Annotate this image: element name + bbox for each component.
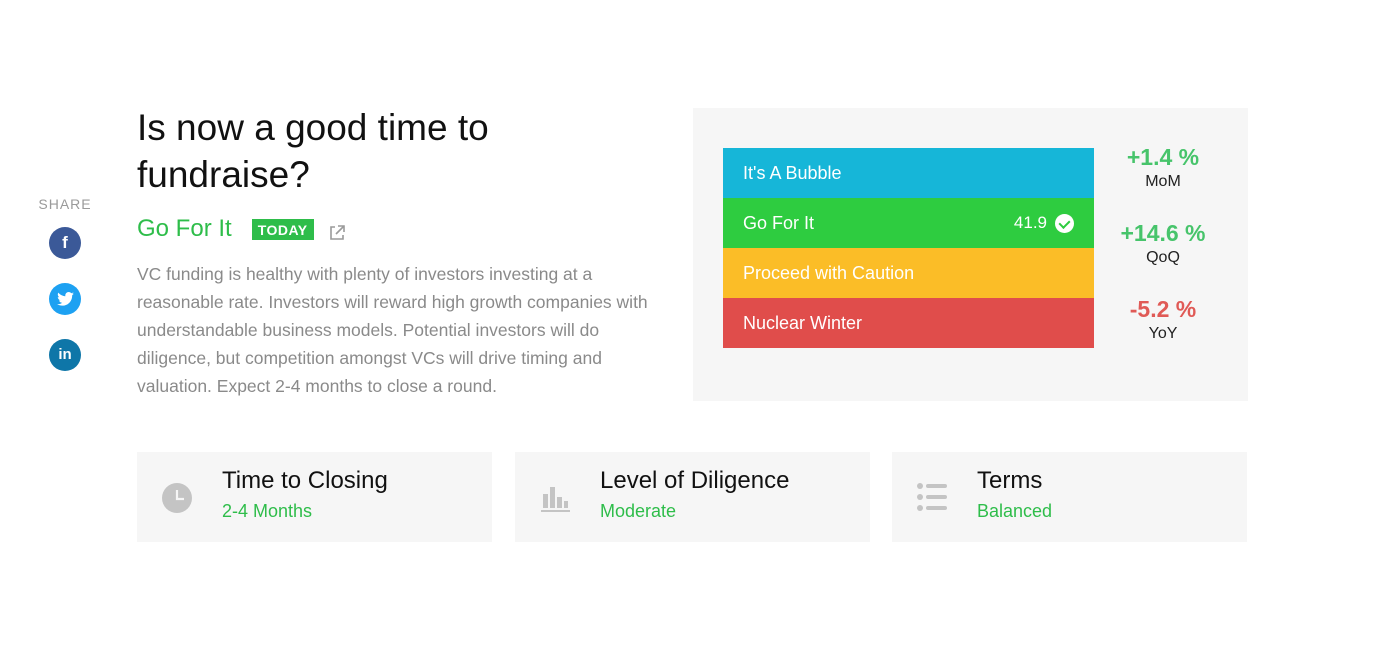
change-label: QoQ bbox=[1146, 249, 1180, 266]
card-value: 2-4 Months bbox=[222, 501, 313, 521]
scale-label: Go For It bbox=[743, 212, 815, 233]
status-text: Go For It bbox=[137, 215, 232, 242]
scale-label: It's A Bubble bbox=[743, 162, 842, 183]
change-mom: +1.4 % MoM bbox=[1098, 142, 1228, 218]
external-link-icon[interactable] bbox=[328, 224, 346, 242]
change-value: +1.4 % bbox=[1126, 144, 1200, 170]
card-value: Moderate bbox=[600, 501, 677, 521]
status-row: Go For It TODAY bbox=[137, 213, 346, 245]
check-icon bbox=[1055, 213, 1074, 233]
share-bar: SHARE f in bbox=[38, 196, 94, 371]
card-time-to-closing: Time to Closing 2-4 Months bbox=[137, 452, 492, 542]
current-score: 41.9 bbox=[1014, 213, 1074, 233]
description: VC funding is healthy with plenty of inv… bbox=[137, 264, 648, 396]
change-value: -5.2 % bbox=[1129, 296, 1197, 322]
scale-row-caution: Proceed with Caution bbox=[723, 248, 1094, 298]
facebook-icon: f bbox=[62, 233, 68, 252]
change-label: YoY bbox=[1148, 325, 1178, 342]
today-badge: TODAY bbox=[251, 218, 314, 240]
card-title: Terms bbox=[977, 467, 1043, 494]
share-label: SHARE bbox=[38, 196, 92, 212]
change-yoy: -5.2 % YoY bbox=[1098, 294, 1228, 370]
bar-chart-icon bbox=[539, 482, 571, 514]
page-title: Is now a good time to fundraise? bbox=[137, 107, 489, 195]
facebook-share-button[interactable]: f bbox=[49, 227, 81, 259]
scale-row-bubble: It's A Bubble bbox=[723, 148, 1094, 198]
scale-label: Proceed with Caution bbox=[743, 262, 915, 283]
card-title: Time to Closing bbox=[222, 467, 388, 494]
card-value: Balanced bbox=[977, 501, 1053, 521]
page: SHARE f in Is now a good time to fundrai… bbox=[0, 0, 1385, 650]
scale-row-nuclear-winter: Nuclear Winter bbox=[723, 298, 1094, 348]
scale-label: Nuclear Winter bbox=[743, 312, 863, 333]
clock-icon bbox=[161, 482, 193, 514]
change-value: +14.6 % bbox=[1120, 220, 1206, 246]
change-stats: +1.4 % MoM +14.6 % QoQ -5.2 % YoY bbox=[1098, 142, 1228, 370]
change-qoq: +14.6 % QoQ bbox=[1098, 218, 1228, 294]
card-title: Level of Diligence bbox=[600, 467, 790, 494]
list-icon bbox=[916, 482, 948, 514]
twitter-share-button[interactable] bbox=[49, 283, 81, 315]
twitter-icon bbox=[56, 289, 74, 308]
linkedin-share-button[interactable]: in bbox=[49, 339, 81, 371]
change-label: MoM bbox=[1145, 173, 1181, 190]
linkedin-icon: in bbox=[58, 346, 72, 363]
scale-row-go-for-it: Go For It 41.9 bbox=[723, 198, 1094, 248]
sentiment-panel: It's A Bubble Go For It 41.9 Proceed wit… bbox=[693, 108, 1248, 401]
score-value: 41.9 bbox=[1013, 213, 1047, 232]
card-terms: Terms Balanced bbox=[892, 452, 1247, 542]
card-level-of-diligence: Level of Diligence Moderate bbox=[515, 452, 870, 542]
sentiment-scale: It's A Bubble Go For It 41.9 Proceed wit… bbox=[723, 148, 1094, 348]
